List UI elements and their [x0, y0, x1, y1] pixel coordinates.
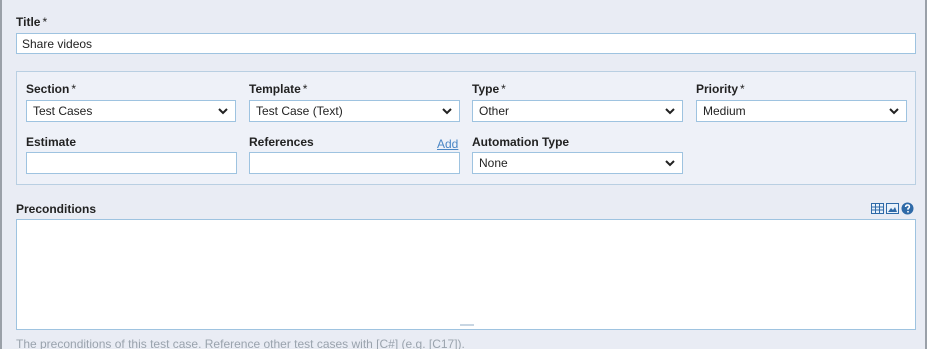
chevron-down-icon: [889, 108, 899, 115]
template-select[interactable]: Test Case (Text): [249, 100, 460, 122]
chevron-down-icon: [665, 108, 675, 115]
references-input[interactable]: [249, 152, 460, 174]
priority-select[interactable]: Medium: [696, 100, 907, 122]
references-label: References: [249, 135, 314, 149]
chevron-down-icon: [218, 108, 228, 115]
estimate-input[interactable]: [26, 152, 237, 174]
chevron-down-icon: [442, 108, 452, 115]
image-icon[interactable]: [886, 202, 899, 215]
title-label: Title *: [16, 15, 48, 29]
help-icon[interactable]: [901, 202, 914, 215]
table-icon[interactable]: [871, 202, 884, 215]
template-label: Template *: [249, 82, 308, 96]
chevron-down-icon: [665, 160, 675, 167]
estimate-label: Estimate: [26, 135, 77, 149]
case-properties-group: Section * Test Cases Template * Test Case …: [16, 71, 916, 185]
type-label: Type *: [472, 82, 506, 96]
preconditions-hint: The preconditions of this test case. Ref…: [16, 337, 465, 349]
resize-grip[interactable]: [460, 324, 474, 326]
editor-toolbar: [871, 202, 914, 215]
section-label: Section *: [26, 82, 77, 96]
priority-label: Priority *: [696, 82, 745, 96]
title-input[interactable]: Share videos: [16, 33, 916, 54]
type-select[interactable]: Other: [472, 100, 683, 122]
preconditions-editor[interactable]: [16, 219, 916, 330]
preconditions-label: Preconditions: [16, 202, 97, 216]
section-select[interactable]: Test Cases: [26, 100, 236, 122]
references-add-link[interactable]: Add: [437, 137, 458, 151]
automation-type-select[interactable]: None: [472, 152, 683, 174]
automation-type-label: Automation Type: [472, 135, 570, 149]
